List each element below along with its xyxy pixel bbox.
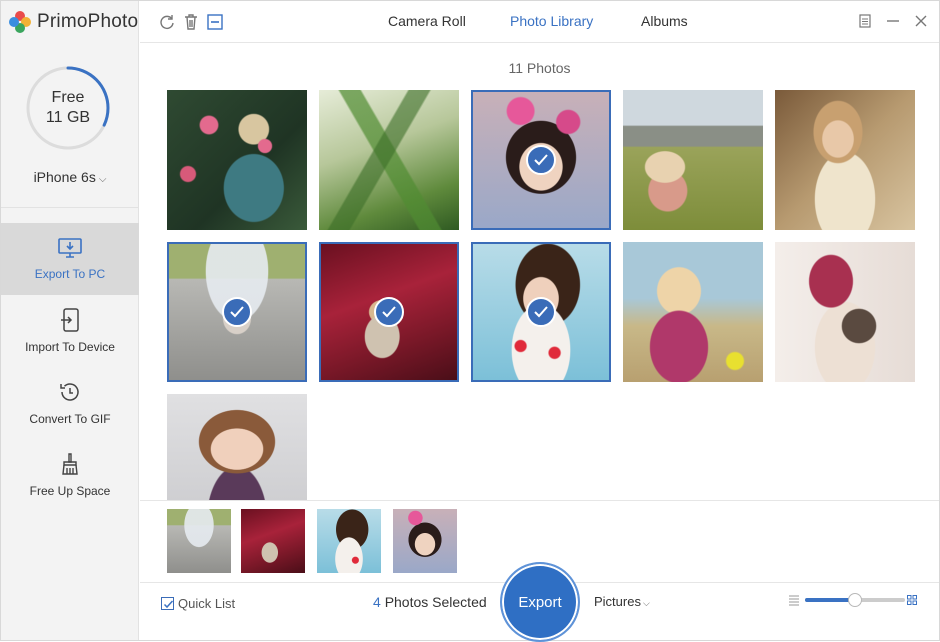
quick-list-thumb[interactable] xyxy=(393,509,457,573)
selected-check-icon xyxy=(526,297,556,327)
quick-list-divider xyxy=(140,500,939,501)
photo-image xyxy=(623,242,763,382)
grid-view-icon[interactable] xyxy=(907,595,917,605)
quick-list-toggle[interactable]: Quick List xyxy=(161,596,235,611)
quick-list-label: Quick List xyxy=(178,596,236,611)
sidebar: PrimoPhoto Free 11 GB iPhone 6s ⌵ Export … xyxy=(1,1,139,640)
sidebar-item-label: Convert To GIF xyxy=(29,412,111,426)
zoom-slider-handle[interactable] xyxy=(848,593,862,607)
app-logo: PrimoPhoto xyxy=(9,9,138,35)
photo-tile[interactable] xyxy=(471,242,611,382)
sidebar-item-convert-to-gif[interactable]: Convert To GIF xyxy=(1,367,139,439)
photo-image xyxy=(167,394,307,500)
tab-camera-roll[interactable]: Camera Roll xyxy=(388,13,466,29)
storage-indicator: Free 11 GB xyxy=(26,66,110,150)
photo-image xyxy=(167,90,307,230)
tab-bar: Camera Roll Photo Library Albums xyxy=(140,1,939,42)
storage-value: 11 GB xyxy=(45,109,91,126)
photo-tile[interactable] xyxy=(319,90,459,230)
photo-image xyxy=(623,90,763,230)
app-name: PrimoPhoto xyxy=(37,11,139,32)
photo-tile[interactable] xyxy=(623,90,763,230)
quick-list-thumb[interactable] xyxy=(317,509,381,573)
device-selector[interactable]: iPhone 6s ⌵ xyxy=(1,169,139,185)
selected-check-icon xyxy=(222,297,252,327)
photo-tile[interactable] xyxy=(167,394,307,500)
photo-image xyxy=(319,90,459,230)
app-window: PrimoPhoto Free 11 GB iPhone 6s ⌵ Export … xyxy=(0,0,940,642)
photo-image xyxy=(167,509,231,573)
photo-image xyxy=(317,509,381,573)
sidebar-divider xyxy=(1,207,139,208)
monitor-export-icon xyxy=(58,238,82,258)
sidebar-item-export-to-pc[interactable]: Export To PC xyxy=(1,223,139,295)
photo-tile[interactable] xyxy=(167,90,307,230)
selected-label: Photos Selected xyxy=(384,594,487,610)
quick-list-checkbox[interactable] xyxy=(161,597,174,610)
menu-icon[interactable] xyxy=(858,14,872,28)
format-dropdown[interactable]: Pictures ⌵ xyxy=(594,594,650,609)
list-view-icon[interactable] xyxy=(788,594,800,606)
sidebar-item-import-to-device[interactable]: Import To Device xyxy=(1,295,139,367)
format-value: Pictures xyxy=(594,594,641,609)
photo-image xyxy=(775,242,915,382)
sidebar-item-label: Free Up Space xyxy=(29,484,111,498)
export-button[interactable]: Export xyxy=(500,562,580,642)
broom-icon xyxy=(62,453,78,475)
photo-tile[interactable] xyxy=(623,242,763,382)
quick-list-thumb[interactable] xyxy=(241,509,305,573)
device-name: iPhone 6s xyxy=(33,169,96,185)
check-icon xyxy=(163,600,174,609)
storage-label: Free xyxy=(51,89,85,106)
minimize-icon[interactable] xyxy=(886,14,900,28)
tab-photo-library[interactable]: Photo Library xyxy=(510,13,593,29)
chevron-down-icon: ⌵ xyxy=(98,174,107,185)
close-icon[interactable] xyxy=(914,14,928,28)
selected-check-icon xyxy=(374,297,404,327)
photo-image xyxy=(775,90,915,230)
tab-albums[interactable]: Albums xyxy=(641,13,688,29)
photo-tile[interactable] xyxy=(775,90,915,230)
photo-image xyxy=(393,509,457,573)
photo-tile[interactable] xyxy=(471,90,611,230)
sidebar-item-free-up-space[interactable]: Free Up Space xyxy=(1,439,139,511)
sidebar-item-label: Import To Device xyxy=(25,340,115,354)
top-toolbar: Camera Roll Photo Library Albums xyxy=(140,1,939,43)
sidebar-item-label: Export To PC xyxy=(34,267,106,281)
photo-image xyxy=(241,509,305,573)
zoom-slider[interactable] xyxy=(805,593,905,607)
selection-summary: 4 Photos Selected xyxy=(373,594,487,610)
selected-check-icon xyxy=(526,145,556,175)
photo-tile[interactable] xyxy=(319,242,459,382)
primophoto-logo-icon xyxy=(9,11,31,33)
chevron-down-icon: ⌵ xyxy=(642,598,650,608)
photo-count: 11 Photos xyxy=(508,60,571,76)
history-clock-icon xyxy=(60,383,79,401)
quick-list-thumb[interactable] xyxy=(167,509,231,573)
photo-tile[interactable] xyxy=(167,242,307,382)
selected-count: 4 xyxy=(373,594,381,610)
phone-import-icon xyxy=(61,308,79,332)
photo-tile[interactable] xyxy=(775,242,915,382)
